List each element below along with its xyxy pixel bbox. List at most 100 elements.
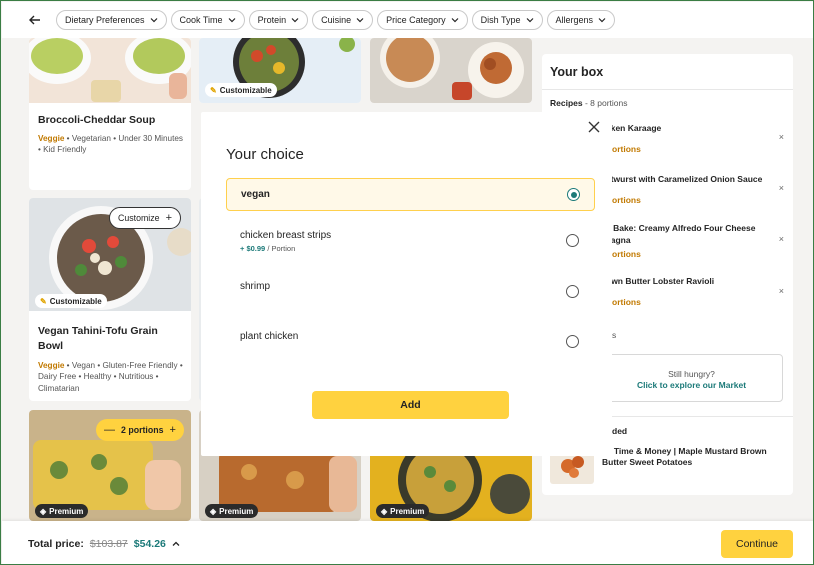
radio-button[interactable] xyxy=(566,335,579,348)
still-hungry-title: Still hungry? xyxy=(668,369,715,379)
add-button[interactable]: Add xyxy=(312,391,509,419)
chevron-down-icon xyxy=(356,18,364,23)
box-item-name: y Bake: Creamy Alfredo Four Cheese sagna xyxy=(606,223,756,245)
price-text: + $0.99 xyxy=(240,244,266,253)
chevron-down-icon xyxy=(291,18,299,23)
customize-button[interactable]: Customize + xyxy=(109,207,181,229)
chevron-down-icon xyxy=(526,18,533,23)
still-hungry-box[interactable]: Still hungry? Click to explore our Marke… xyxy=(600,354,783,402)
portions-label: 2 portions xyxy=(121,425,164,435)
option-label: chicken breast strips xyxy=(240,230,332,241)
minus-icon[interactable]: — xyxy=(104,424,115,436)
filter-cook-time[interactable]: Cook Time xyxy=(170,10,245,30)
option-label: shrimp xyxy=(240,281,271,292)
premium-badge: ◈ Premium xyxy=(205,504,259,518)
remove-item-button[interactable]: × xyxy=(779,132,784,142)
recipes-count: - 8 portions xyxy=(584,98,628,108)
badge-label: Customizable xyxy=(49,296,102,306)
option-vegan[interactable]: vegan xyxy=(226,178,595,211)
total-label: Total price: xyxy=(28,538,84,550)
recipe-card-chicken-karaage[interactable] xyxy=(370,38,532,103)
filter-dietary-preferences[interactable]: Dietary Preferences xyxy=(56,10,167,30)
plus-icon[interactable]: + xyxy=(170,424,176,436)
choice-modal: Your choice vegan chicken breast strips … xyxy=(201,112,612,456)
option-chicken-breast-strips[interactable]: chicken breast strips + $0.99 / Portion xyxy=(226,224,595,257)
chevron-down-icon xyxy=(451,18,459,23)
filter-allergens[interactable]: Allergens xyxy=(546,10,616,30)
recipe-image xyxy=(370,38,532,103)
box-item-portions[interactable]: ortions xyxy=(612,249,641,259)
chevron-down-icon xyxy=(150,18,157,23)
filter-label: Price Category xyxy=(386,15,446,25)
recipe-image xyxy=(29,38,191,103)
veggie-tag: Veggie xyxy=(38,134,65,143)
remove-item-button[interactable]: × xyxy=(779,234,784,244)
diamond-icon: ◈ xyxy=(210,506,217,516)
customizable-badge: ✎ Customizable xyxy=(35,294,107,308)
box-item-name: atwurst with Caramelized Onion Sauce xyxy=(606,174,763,184)
premium-badge: ◈ Premium xyxy=(35,504,89,518)
recipe-tags: Veggie • Vegetarian • Under 30 Minutes •… xyxy=(38,134,184,155)
radio-button[interactable] xyxy=(567,188,580,201)
radio-button[interactable] xyxy=(566,285,579,298)
recipe-title: Broccoli-Cheddar Soup xyxy=(38,114,156,126)
filter-label: Allergens xyxy=(555,15,594,25)
badge-label: Premium xyxy=(219,506,254,516)
recipe-title: Vegan Tahini-Tofu Grain Bowl xyxy=(38,325,158,352)
filter-label: Dish Type xyxy=(480,15,521,25)
chevron-up-icon[interactable] xyxy=(172,540,180,548)
radio-button[interactable] xyxy=(566,234,579,247)
recipe-card-stir-fry[interactable]: ✎ Customizable xyxy=(199,38,361,103)
checkout-bar: Total price: $103.87 $54.26 Continue xyxy=(2,521,813,564)
option-plant-chicken[interactable]: plant chicken xyxy=(226,325,595,358)
filter-cuisine[interactable]: Cuisine xyxy=(312,10,374,30)
back-arrow-icon xyxy=(29,15,40,25)
box-item-portions[interactable]: ortions xyxy=(612,195,641,205)
plus-icon: + xyxy=(165,212,172,224)
back-button[interactable] xyxy=(24,9,46,31)
explore-market-link[interactable]: Click to explore our Market xyxy=(601,380,782,390)
recipe-card-vegan-tahini-tofu[interactable]: Customize + ✎ Customizable Vegan Tahini-To… xyxy=(29,198,191,401)
diamond-icon: ◈ xyxy=(40,506,47,516)
box-item-portions[interactable]: ortions xyxy=(612,144,641,154)
recipes-label: Recipes xyxy=(550,98,583,108)
sparkle-icon: ✎ xyxy=(210,85,217,95)
modal-title: Your choice xyxy=(226,146,304,163)
option-shrimp[interactable]: shrimp xyxy=(226,275,595,308)
option-price: + $0.99 / Portion xyxy=(240,244,295,253)
badge-label: Premium xyxy=(390,506,425,516)
box-item-name: own Butter Lobster Ravioli xyxy=(606,276,715,286)
added-label: ded xyxy=(612,426,628,436)
filter-dish-type[interactable]: Dish Type xyxy=(471,10,543,30)
recipe-tags: Veggie • Vegan • Gluten-Free Friendly • … xyxy=(38,361,183,393)
box-item-name: cken Karaage xyxy=(606,123,662,133)
filter-bar: Dietary Preferences Cook Time Protein Cu… xyxy=(2,2,813,38)
recipe-card-broccoli-cheddar-soup[interactable]: Broccoli-Cheddar Soup Veggie • Vegetaria… xyxy=(29,38,191,190)
filter-protein[interactable]: Protein xyxy=(248,10,309,30)
filter-label: Dietary Preferences xyxy=(65,15,145,25)
portions-stepper[interactable]: — 2 portions + xyxy=(96,419,184,441)
app-frame: Dietary Preferences Cook Time Protein Cu… xyxy=(0,0,814,565)
option-label: plant chicken xyxy=(240,331,299,342)
filter-label: Protein xyxy=(257,15,287,25)
filter-label: Cook Time xyxy=(179,15,223,25)
price-unit: / Portion xyxy=(265,244,296,253)
recipe-card-egg-bake[interactable]: — 2 portions + ◈ Premium xyxy=(29,410,191,521)
divider xyxy=(542,89,793,90)
new-price: $54.26 xyxy=(133,538,166,550)
customize-label: Customize xyxy=(118,213,160,223)
total-price[interactable]: Total price: $103.87 $54.26 xyxy=(28,538,180,550)
customizable-badge: ✎ Customizable xyxy=(205,83,277,97)
filter-label: Cuisine xyxy=(321,15,352,25)
box-item-portions[interactable]: ortions xyxy=(612,297,641,307)
recipes-summary: Recipes - 8 portions xyxy=(550,98,628,108)
remove-item-button[interactable]: × xyxy=(779,286,784,296)
badge-label: Premium xyxy=(49,506,84,516)
chevron-down-icon xyxy=(228,18,235,23)
remove-item-button[interactable]: × xyxy=(779,183,784,193)
close-icon[interactable] xyxy=(587,120,601,134)
continue-button[interactable]: Continue xyxy=(721,530,793,558)
section-label-partial: s xyxy=(612,330,617,340)
filter-price-category[interactable]: Price Category xyxy=(377,10,468,30)
diamond-icon: ◈ xyxy=(381,506,388,516)
